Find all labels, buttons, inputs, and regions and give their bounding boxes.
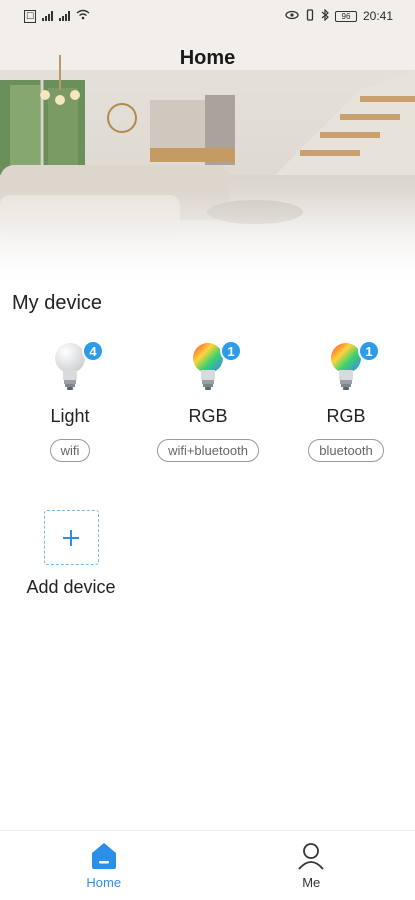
bottom-nav: Home Me xyxy=(0,830,415,900)
header-hero: ☐ 96 20:41 Home xyxy=(0,0,415,280)
signal-icon-2 xyxy=(59,11,71,21)
bulb-icon-wrap: 4 xyxy=(50,340,104,392)
status-right: 96 20:41 xyxy=(285,8,393,24)
device-count-badge: 1 xyxy=(220,340,242,362)
nav-me-label: Me xyxy=(302,875,321,890)
status-bar: ☐ 96 20:41 xyxy=(0,0,415,32)
device-card-rgb-1[interactable]: 1 RGB wifi+bluetooth xyxy=(148,340,268,462)
device-card-rgb-2[interactable]: 1 RGB bluetooth xyxy=(286,340,406,462)
nav-home[interactable]: Home xyxy=(0,831,208,900)
add-device-box[interactable] xyxy=(43,510,99,565)
device-name: RGB xyxy=(188,406,228,426)
wifi-icon xyxy=(76,9,90,23)
bulb-icon-wrap: 1 xyxy=(326,340,380,392)
device-count-badge: 1 xyxy=(358,340,380,362)
page-title: Home xyxy=(179,47,236,69)
vibrate-icon xyxy=(305,8,315,24)
home-icon xyxy=(91,843,116,869)
nav-home-label: Home xyxy=(86,875,122,890)
bulb-icon-wrap: 1 xyxy=(188,340,242,392)
section-title: My device xyxy=(12,292,103,314)
user-icon xyxy=(298,843,324,870)
plus-icon xyxy=(63,529,79,546)
connection-chip: wifi+bluetooth xyxy=(157,439,259,462)
add-device-button[interactable]: Add device xyxy=(16,510,126,598)
connection-chip: bluetooth xyxy=(308,439,384,462)
device-card-light[interactable]: 4 Light wifi xyxy=(10,340,130,462)
add-device-label: Add device xyxy=(26,577,116,597)
signal-icon xyxy=(42,11,54,21)
nav-me[interactable]: Me xyxy=(208,831,415,900)
status-time: 20:41 xyxy=(362,9,393,23)
sim-icon: ☐ xyxy=(24,9,37,23)
connection-chip: wifi xyxy=(49,439,91,462)
battery-icon: 96 xyxy=(334,10,357,22)
device-count-badge: 4 xyxy=(82,340,104,362)
device-name: RGB xyxy=(326,406,366,426)
eye-icon xyxy=(285,9,299,23)
status-left: ☐ xyxy=(24,9,90,23)
bluetooth-icon xyxy=(321,8,329,24)
device-name: Light xyxy=(50,406,90,426)
